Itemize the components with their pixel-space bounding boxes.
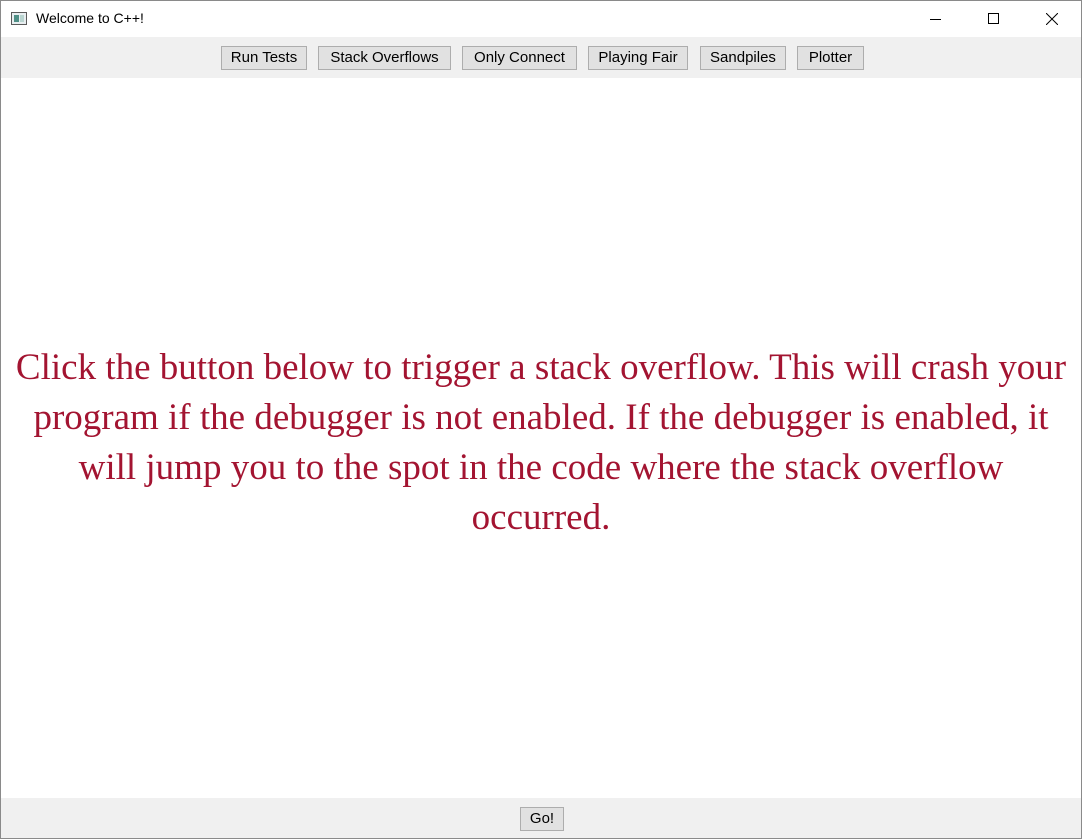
sandpiles-button[interactable]: Sandpiles bbox=[700, 46, 786, 70]
close-icon bbox=[1046, 13, 1058, 25]
title-bar[interactable]: Welcome to C++! bbox=[1, 1, 1081, 37]
minimize-button[interactable] bbox=[907, 1, 965, 37]
stack-overflows-button[interactable]: Stack Overflows bbox=[318, 46, 451, 70]
main-content: Click the button below to trigger a stac… bbox=[1, 78, 1081, 798]
close-button[interactable] bbox=[1023, 1, 1081, 37]
app-window: Welcome to C++! Run Tests Stack Overflow… bbox=[0, 0, 1082, 839]
run-tests-button[interactable]: Run Tests bbox=[221, 46, 307, 70]
playing-fair-button[interactable]: Playing Fair bbox=[588, 46, 688, 70]
only-connect-button[interactable]: Only Connect bbox=[462, 46, 577, 70]
minimize-icon bbox=[930, 19, 941, 20]
go-button[interactable]: Go! bbox=[520, 807, 564, 831]
bottom-bar: Go! bbox=[1, 798, 1081, 838]
maximize-icon bbox=[988, 13, 999, 24]
plotter-button[interactable]: Plotter bbox=[797, 46, 864, 70]
stack-overflow-message: Click the button below to trigger a stac… bbox=[15, 347, 1067, 538]
maximize-button[interactable] bbox=[965, 1, 1023, 37]
app-window-icon bbox=[11, 12, 27, 25]
toolbar: Run Tests Stack Overflows Only Connect P… bbox=[1, 37, 1081, 78]
window-title: Welcome to C++! bbox=[36, 10, 144, 26]
